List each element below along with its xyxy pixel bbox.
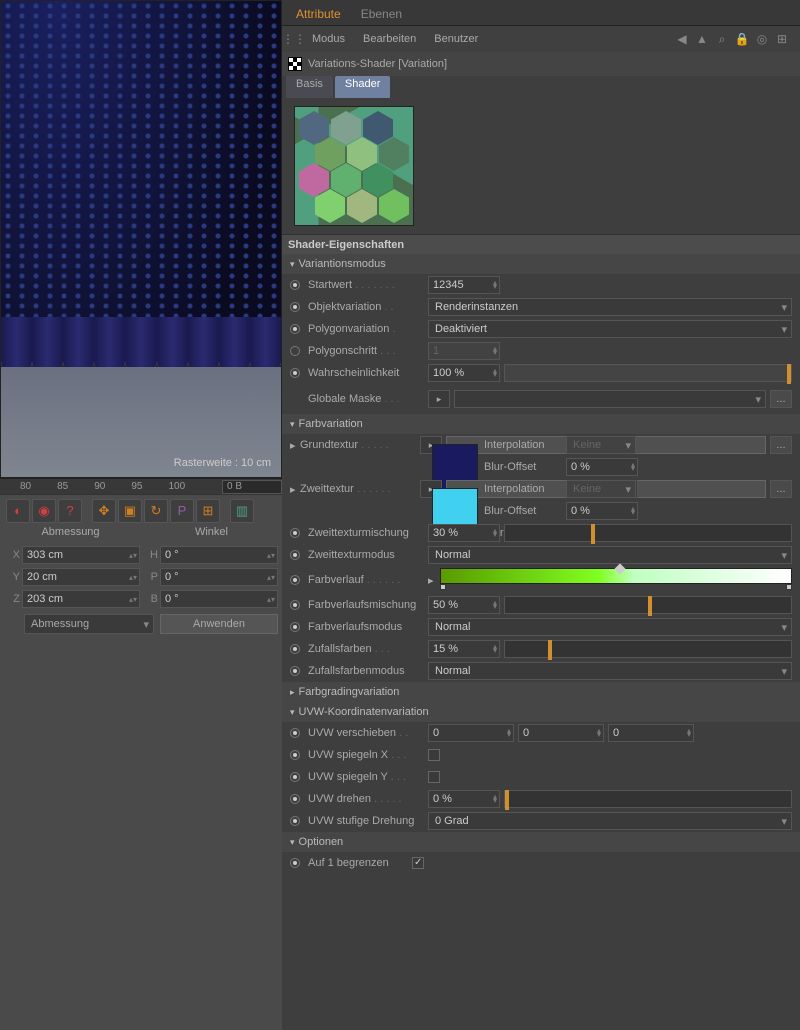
- uvw-mirror-x-checkbox[interactable]: [428, 749, 440, 761]
- subtab-shader[interactable]: Shader: [335, 76, 390, 98]
- anim-radio[interactable]: [290, 772, 300, 782]
- anim-radio[interactable]: [290, 728, 300, 738]
- anim-radio[interactable]: [290, 644, 300, 654]
- object-title: Variations-Shader [Variation]: [308, 58, 447, 70]
- group-variation-mode[interactable]: Variantionsmodus: [282, 254, 800, 274]
- random-color-field[interactable]: 15 %▴▾: [428, 640, 500, 658]
- anim-radio[interactable]: [290, 324, 300, 334]
- anim-radio[interactable]: [290, 575, 300, 585]
- polygonvariation-dropdown[interactable]: Deaktiviert: [428, 320, 792, 338]
- rotate-icon[interactable]: ↻: [144, 499, 168, 523]
- section-shader-props: Shader-Eigenschaften: [282, 234, 800, 254]
- sectex-bluroffset-field[interactable]: 0 %▴▾: [566, 502, 638, 520]
- coord-mode-dropdown[interactable]: Abmessung: [24, 614, 154, 634]
- expand-icon[interactable]: ⊞: [774, 31, 790, 47]
- menu-benutzer[interactable]: Benutzer: [426, 29, 486, 49]
- mask-field[interactable]: [454, 390, 766, 408]
- lock-icon[interactable]: 🔒: [734, 31, 750, 47]
- uvw-rotate-slider[interactable]: [504, 790, 792, 808]
- basetex-interp-dropdown: Keine: [566, 436, 636, 454]
- startwert-field[interactable]: 12345▴▾: [428, 276, 500, 294]
- gradient-mode-dropdown[interactable]: Normal: [428, 618, 792, 636]
- anim-radio[interactable]: [290, 280, 300, 290]
- size-x-field[interactable]: 303 cm▴▾: [22, 546, 140, 564]
- menu-bearbeiten[interactable]: Bearbeiten: [355, 29, 424, 49]
- polygonschritt-field: 1▴▾: [428, 342, 500, 360]
- shader-icon: [288, 57, 302, 71]
- frame-field[interactable]: 0 B: [222, 480, 282, 494]
- search-icon[interactable]: ⌕: [714, 31, 730, 47]
- size-z-field[interactable]: 203 cm▴▾: [22, 590, 140, 608]
- grid-icon[interactable]: ⊞: [196, 499, 220, 523]
- back-icon[interactable]: ◀: [674, 31, 690, 47]
- autokey-icon[interactable]: ◉: [32, 499, 56, 523]
- target-icon[interactable]: ◎: [754, 31, 770, 47]
- clamp-checkbox[interactable]: [412, 857, 424, 869]
- scale-icon[interactable]: ▣: [118, 499, 142, 523]
- angle-header: Winkel: [141, 526, 282, 544]
- uvw-mirror-y-checkbox[interactable]: [428, 771, 440, 783]
- anim-radio[interactable]: [290, 666, 300, 676]
- up-icon[interactable]: ▲: [694, 31, 710, 47]
- uvw-rotate-field[interactable]: 0 %▴▾: [428, 790, 500, 808]
- viewport[interactable]: Rasterweite : 10 cm: [0, 0, 282, 478]
- anim-radio[interactable]: [290, 528, 300, 538]
- grip-icon[interactable]: ⋮⋮: [286, 31, 302, 47]
- rot-b-field[interactable]: 0 °▴▾: [160, 590, 278, 608]
- shader-preview[interactable]: [294, 106, 414, 226]
- tab-ebenen[interactable]: Ebenen: [351, 3, 412, 25]
- uvw-step-rotate-dropdown[interactable]: 0 Grad: [428, 812, 792, 830]
- anim-radio[interactable]: [290, 600, 300, 610]
- gradient-editor[interactable]: [440, 568, 792, 584]
- move-icon[interactable]: ✥: [92, 499, 116, 523]
- apply-button[interactable]: Anwenden: [160, 614, 278, 634]
- tab-attribute[interactable]: Attribute: [286, 3, 351, 25]
- gradient-mix-field[interactable]: 50 %▴▾: [428, 596, 500, 614]
- size-y-field[interactable]: 20 cm▴▾: [22, 568, 140, 586]
- random-color-mode-dropdown[interactable]: Normal: [428, 662, 792, 680]
- sectex-mode-dropdown[interactable]: Normal: [428, 546, 792, 564]
- anim-radio[interactable]: [290, 794, 300, 804]
- sectex-mix-field[interactable]: 30 %▴▾: [428, 524, 500, 542]
- anim-radio[interactable]: [290, 750, 300, 760]
- anim-radio[interactable]: [290, 622, 300, 632]
- uvw-shift-x-field[interactable]: 0▴▾: [428, 724, 514, 742]
- group-color-variation[interactable]: Farbvariation: [282, 414, 800, 434]
- help-icon[interactable]: ?: [58, 499, 82, 523]
- probability-slider[interactable]: [504, 364, 792, 382]
- dimension-header: Abmessung: [0, 526, 141, 544]
- anim-radio[interactable]: [290, 368, 300, 378]
- subtab-basis[interactable]: Basis: [286, 76, 333, 98]
- basetex-bluroffset-field[interactable]: 0 %▴▾: [566, 458, 638, 476]
- gradient-mix-slider[interactable]: [504, 596, 792, 614]
- anim-radio[interactable]: [290, 816, 300, 826]
- probability-field[interactable]: 100 %▴▾: [428, 364, 500, 382]
- anim-radio[interactable]: [290, 302, 300, 312]
- random-color-slider[interactable]: [504, 640, 792, 658]
- viewport-grid-label: Rasterweite : 10 cm: [174, 457, 271, 469]
- sectex-interp-dropdown: Keine: [566, 480, 636, 498]
- group-grading-variation[interactable]: Farbgradingvariation: [282, 682, 800, 702]
- rot-h-field[interactable]: 0 °▴▾: [160, 546, 278, 564]
- film-icon[interactable]: ▥: [230, 499, 254, 523]
- uvw-shift-z-field[interactable]: 0▴▾: [608, 724, 694, 742]
- menu-modus[interactable]: Modus: [304, 29, 353, 49]
- group-uvw-variation[interactable]: UVW-Koordinatenvariation: [282, 702, 800, 722]
- rot-p-field[interactable]: 0 °▴▾: [160, 568, 278, 586]
- uvw-shift-y-field[interactable]: 0▴▾: [518, 724, 604, 742]
- sectex-mix-slider[interactable]: [504, 524, 792, 542]
- objektvariation-dropdown[interactable]: Renderinstanzen: [428, 298, 792, 316]
- timeline-ruler[interactable]: 80 85 90 95 100 0 B: [0, 478, 282, 494]
- anim-radio[interactable]: [290, 858, 300, 868]
- record-icon[interactable]: ◐: [6, 499, 30, 523]
- param-icon[interactable]: P: [170, 499, 194, 523]
- mask-menu-button[interactable]: ▸: [428, 390, 450, 408]
- group-options[interactable]: Optionen: [282, 832, 800, 852]
- anim-radio: [290, 346, 300, 356]
- mask-browse-button[interactable]: ...: [770, 390, 792, 408]
- anim-radio[interactable]: [290, 550, 300, 560]
